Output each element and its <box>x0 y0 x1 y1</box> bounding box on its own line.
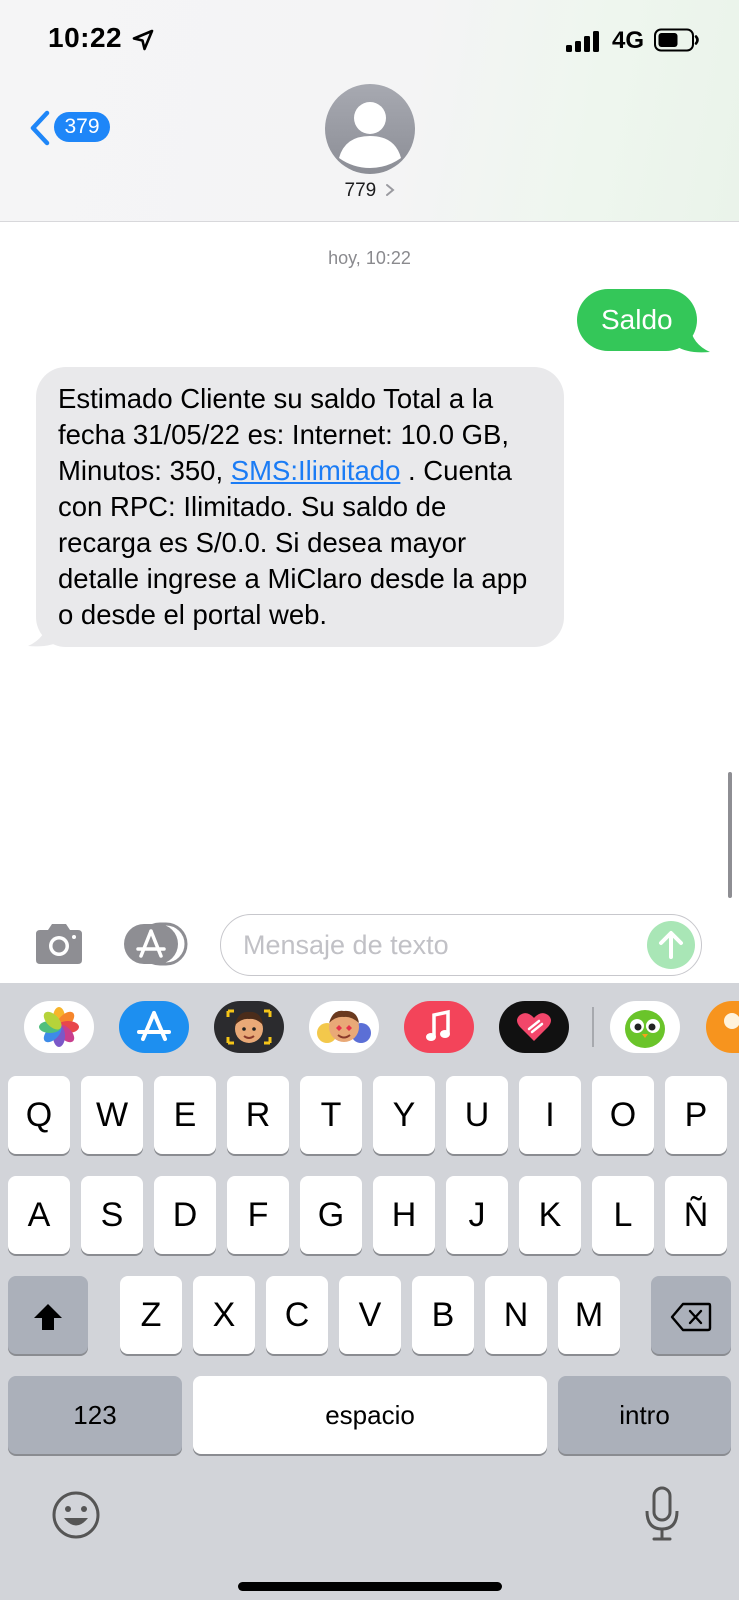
key-n[interactable]: N <box>485 1276 547 1354</box>
cellular-signal-icon <box>566 31 599 52</box>
key-l[interactable]: L <box>592 1176 654 1254</box>
key-v[interactable]: V <box>339 1276 401 1354</box>
sms-unlimited-link[interactable]: SMS:Ilimitado <box>231 455 401 486</box>
partial-app-icon[interactable] <box>706 1001 739 1053</box>
back-button[interactable]: 379 <box>28 108 118 148</box>
message-timestamp: hoy, 10:22 <box>328 248 411 268</box>
digital-touch-icon[interactable] <box>499 1001 569 1053</box>
key-a[interactable]: A <box>8 1176 70 1254</box>
key-x[interactable]: X <box>193 1276 255 1354</box>
backspace-icon <box>670 1302 712 1332</box>
sent-message-bubble[interactable]: Saldo <box>577 289 697 351</box>
key-z[interactable]: Z <box>120 1276 182 1354</box>
received-message-bubble[interactable]: Estimado Cliente su saldo Total a la fec… <box>36 367 564 647</box>
unread-count-badge: 379 <box>54 112 110 142</box>
battery-icon <box>654 28 699 52</box>
key-g[interactable]: G <box>300 1176 362 1254</box>
message-field[interactable] <box>220 914 702 976</box>
chevron-left-icon <box>30 110 50 146</box>
message-input[interactable] <box>243 925 633 965</box>
camera-icon[interactable] <box>32 922 86 966</box>
person-silhouette-icon <box>339 102 401 168</box>
space-key[interactable]: espacio <box>193 1376 547 1454</box>
app-store-icon[interactable] <box>119 1001 189 1053</box>
shift-arrow-icon <box>34 1304 62 1331</box>
key-c[interactable]: C <box>266 1276 328 1354</box>
app-store-apps-icon[interactable] <box>124 922 190 966</box>
contact-name-button[interactable]: 779 <box>320 180 420 202</box>
status-time: 10:22 <box>48 22 123 53</box>
key-o[interactable]: O <box>592 1076 654 1154</box>
send-button[interactable] <box>647 921 695 969</box>
duolingo-icon[interactable] <box>610 1001 680 1053</box>
contact-name: 779 <box>344 180 377 201</box>
key-e[interactable]: E <box>154 1076 216 1154</box>
key-r[interactable]: R <box>227 1076 289 1154</box>
numbers-key[interactable]: 123 <box>8 1376 182 1454</box>
key-u[interactable]: U <box>446 1076 508 1154</box>
keyboard: Q W E R T Y U I O P A S D F G H J K L Ñ … <box>0 983 739 1600</box>
chevron-right-icon <box>386 184 396 196</box>
key-q[interactable]: Q <box>8 1076 70 1154</box>
imessage-app-strip <box>0 983 739 1067</box>
key-s[interactable]: S <box>81 1176 143 1254</box>
app-strip-divider <box>592 1007 594 1047</box>
emoji-icon[interactable] <box>50 1489 102 1541</box>
memoji-stickers-icon[interactable] <box>309 1001 379 1053</box>
key-j[interactable]: J <box>446 1176 508 1254</box>
key-d[interactable]: D <box>154 1176 216 1254</box>
music-icon[interactable] <box>404 1001 474 1053</box>
location-arrow-icon <box>132 29 154 51</box>
network-type: 4G <box>612 27 645 54</box>
home-indicator[interactable] <box>238 1582 502 1591</box>
delete-key[interactable] <box>651 1276 731 1354</box>
scroll-indicator[interactable] <box>728 772 732 898</box>
key-t[interactable]: T <box>300 1076 362 1154</box>
key-h[interactable]: H <box>373 1176 435 1254</box>
contact-avatar[interactable] <box>325 84 415 174</box>
key-f[interactable]: F <box>227 1176 289 1254</box>
memoji-icon[interactable] <box>214 1001 284 1053</box>
key-y[interactable]: Y <box>373 1076 435 1154</box>
key-p[interactable]: P <box>665 1076 727 1154</box>
arrow-up-icon <box>659 931 683 959</box>
key-w[interactable]: W <box>81 1076 143 1154</box>
shift-key[interactable] <box>8 1276 88 1354</box>
key-m[interactable]: M <box>558 1276 620 1354</box>
return-key[interactable]: intro <box>558 1376 731 1454</box>
key-i[interactable]: I <box>519 1076 581 1154</box>
key-b[interactable]: B <box>412 1276 474 1354</box>
photos-icon[interactable] <box>24 1001 94 1053</box>
conversation-header: 10:22 4G 379 779 <box>0 0 739 222</box>
microphone-icon[interactable] <box>642 1485 682 1543</box>
key-n-tilde[interactable]: Ñ <box>665 1176 727 1254</box>
key-k[interactable]: K <box>519 1176 581 1254</box>
